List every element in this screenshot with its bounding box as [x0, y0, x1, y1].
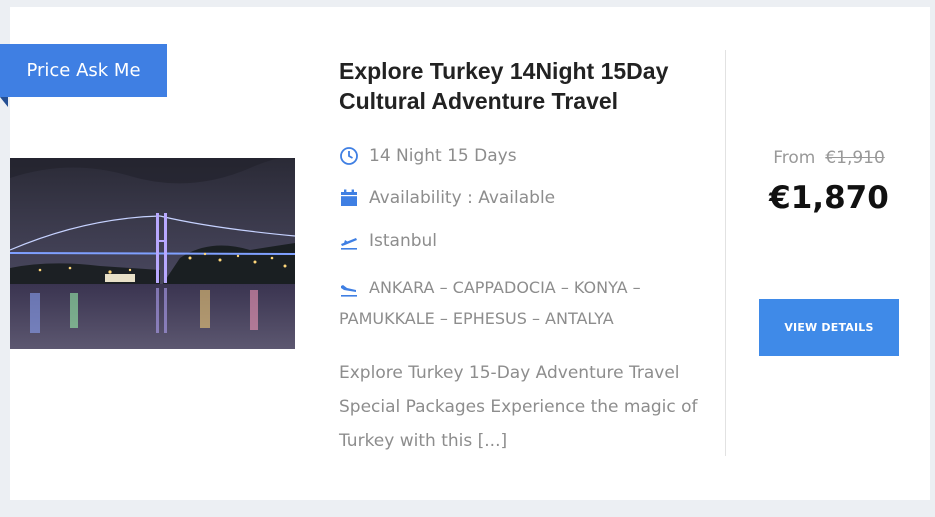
availability-text: Availability : Available — [369, 188, 556, 208]
ribbon-fold — [0, 97, 8, 107]
tour-excerpt: Explore Turkey 15-Day Adventure Travel S… — [339, 363, 698, 451]
departure-text: Istanbul — [369, 231, 438, 251]
calendar-icon — [339, 188, 359, 208]
view-details-button[interactable]: VIEW DETAILS — [759, 299, 899, 356]
price-ribbon: Price Ask Me — [0, 44, 167, 97]
departure-row: Istanbul — [339, 231, 437, 251]
bosphorus-bridge-night-photo — [10, 158, 295, 349]
duration-text: 14 Night 15 Days — [369, 146, 517, 166]
duration-row: 14 Night 15 Days — [339, 146, 517, 166]
clock-icon — [339, 146, 359, 166]
price-from: From €1,910 — [740, 148, 918, 168]
old-price: €1,910 — [825, 148, 885, 168]
current-price: €1,870 — [769, 180, 889, 216]
from-label: From — [773, 148, 816, 168]
ribbon-label: Price Ask Me — [26, 60, 141, 81]
tour-title[interactable]: Explore Turkey 14Night 15Day Cultural Ad… — [339, 56, 719, 116]
plane-takeoff-icon — [339, 231, 359, 251]
tour-image[interactable] — [10, 158, 295, 349]
divider — [725, 50, 726, 456]
availability-row: Availability : Available — [339, 188, 555, 208]
route-text: ANKARA – CAPPADOCIA – KONYA – PAMUKKALE … — [339, 278, 641, 328]
